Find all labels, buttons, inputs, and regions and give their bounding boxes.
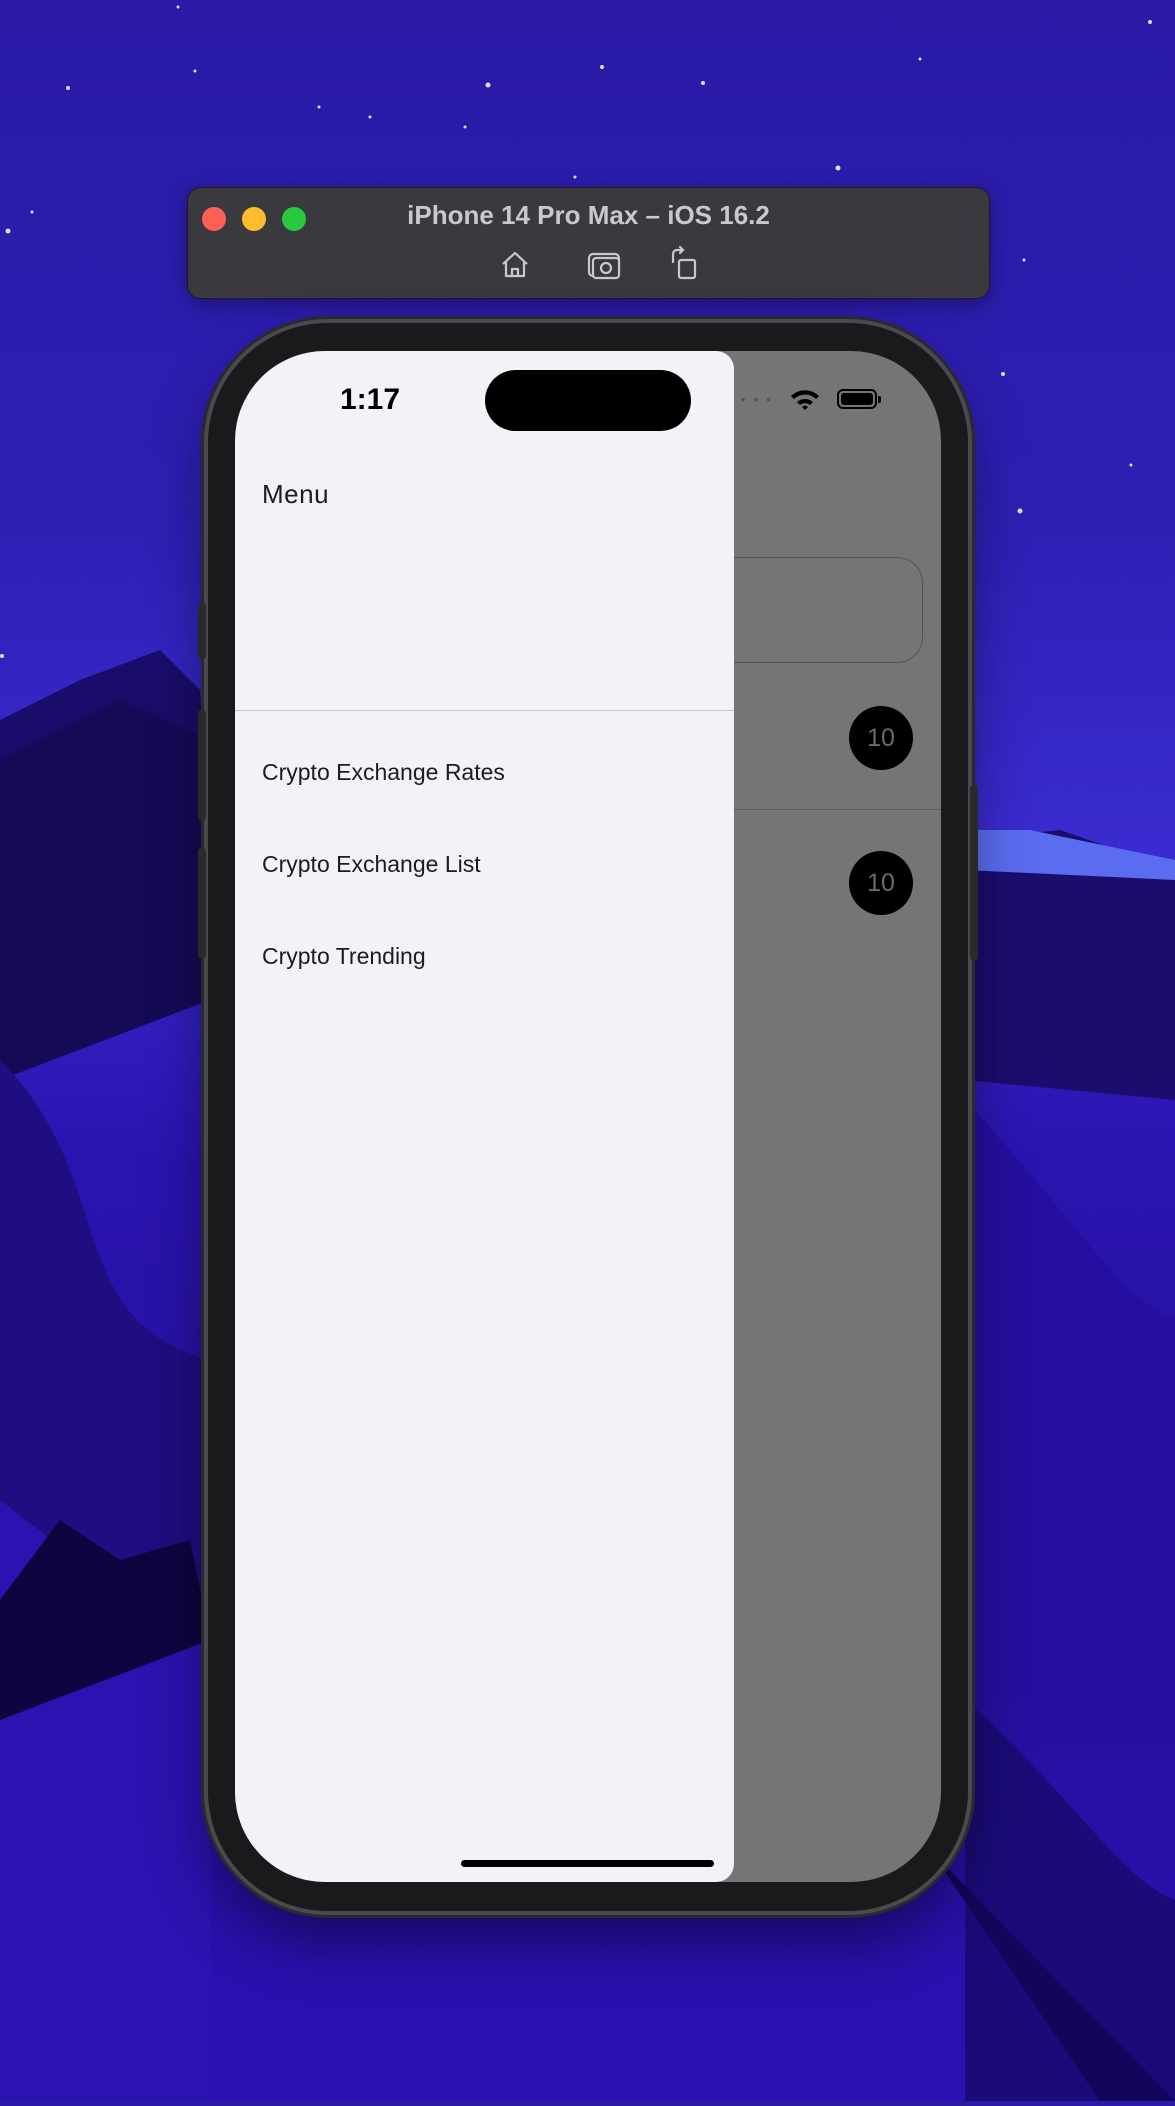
battery-icon: [837, 389, 881, 409]
rotate-button[interactable]: [665, 244, 705, 284]
status-time: 1:17: [340, 383, 401, 416]
screenshot-button[interactable]: [585, 244, 625, 284]
drawer-item-crypto-trending[interactable]: Crypto Trending: [235, 926, 734, 986]
side-button: [970, 785, 978, 960]
screenshot-icon: [587, 252, 621, 280]
volume-down-button: [198, 848, 206, 958]
count-badge: 10: [849, 851, 913, 915]
drawer-header-title: Menu: [262, 479, 330, 509]
simulator-title: iPhone 14 Pro Max – iOS 16.2: [407, 200, 770, 230]
wifi-icon: [791, 390, 819, 410]
device-screen: 10 10 • • • • 1:17 Menu Crypto Exchange …: [235, 351, 941, 1882]
drawer-item-crypto-exchange-rates[interactable]: Crypto Exchange Rates: [235, 742, 734, 802]
home-icon: [502, 251, 528, 278]
volume-up-button: [198, 710, 206, 820]
count-badge: 10: [849, 706, 913, 770]
drawer-divider: [235, 710, 734, 711]
status-indicators: • • • •: [727, 387, 881, 411]
drawer-item-crypto-exchange-list[interactable]: Crypto Exchange List: [235, 834, 734, 894]
mute-switch: [198, 603, 206, 659]
simulator-window-toolbar: iPhone 14 Pro Max – iOS 16.2: [187, 187, 990, 299]
home-button[interactable]: [495, 244, 535, 284]
navigation-drawer: 1:17 Menu Crypto Exchange Rates Crypto E…: [235, 351, 734, 1882]
rotate-icon: [671, 245, 697, 280]
dynamic-island: [485, 370, 691, 431]
home-indicator[interactable]: [461, 1860, 714, 1867]
signal-icon: • • • •: [727, 391, 773, 407]
